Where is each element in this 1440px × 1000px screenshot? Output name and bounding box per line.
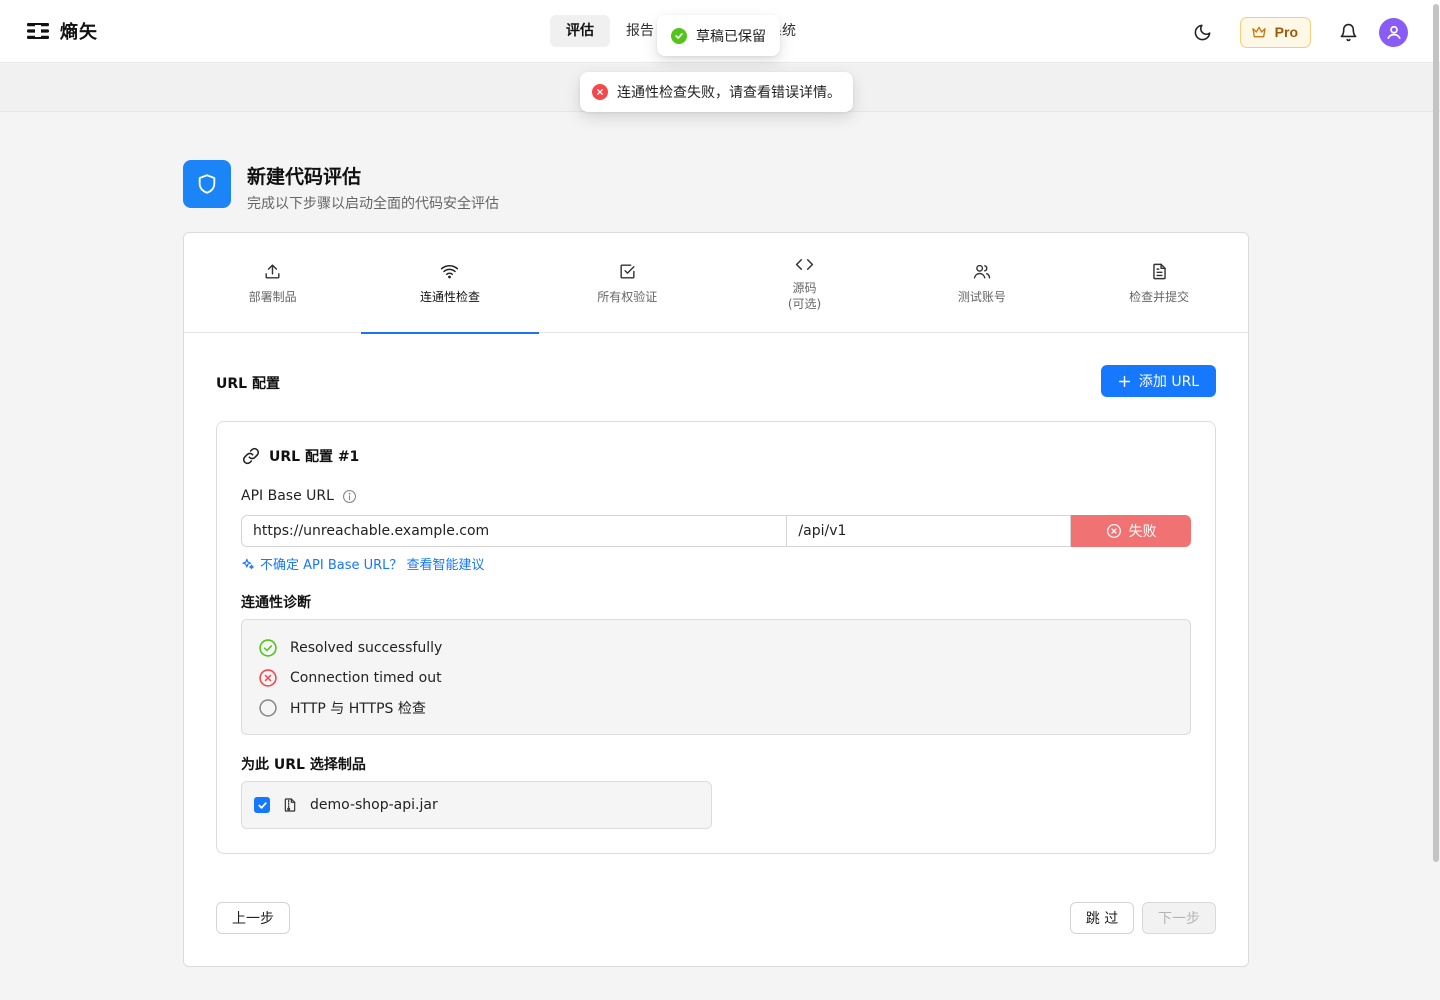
page-scrollbar[interactable] [1432,0,1440,1000]
diagnostics-panel: Resolved successfully Connection timed o… [241,619,1191,735]
step-review-submit[interactable]: 检查并提交 [1070,233,1247,333]
base-url-input[interactable]: https://unreachable.example.com [241,515,788,547]
diagnostics-title: 连通性诊断 [241,595,311,611]
diagnostic-label: Resolved successfully [290,640,443,656]
info-icon[interactable] [342,489,357,504]
wifi-icon [441,264,459,278]
step-ownership-verification[interactable]: 所有权验证 [539,233,716,333]
moon-icon [1194,24,1211,40]
close-circle-icon [1106,524,1121,538]
url-config-panel: URL 配置 #1 API Base URL https://unreachab… [216,421,1216,854]
top-right-actions: Pro [1186,15,1408,49]
crown-icon [1251,26,1266,38]
page-header: 新建代码评估 完成以下步骤以启动全面的代码安全评估 [183,160,499,213]
previous-step-button[interactable]: 上一步 [216,902,290,934]
diagnostic-label: Connection timed out [290,670,442,686]
url-config-title-text: URL 配置 #1 [269,449,360,465]
error-toast: 连通性检查失败，请查看错误详情。 [580,72,853,112]
success-toast: 草稿已保留 [657,15,780,56]
user-avatar[interactable] [1379,17,1408,47]
step-label-optional: (可选) [787,296,822,311]
connectivity-status-button[interactable]: 失败 [1071,515,1192,547]
page-title: 新建代码评估 [247,166,362,188]
users-icon [973,264,991,279]
diagnostic-item: Resolved successfully [258,638,442,658]
smart-suggestion-link[interactable]: 不确定 API Base URL？ 查看智能建议 [241,554,485,573]
smart-suggestion-text: 不确定 API Base URL？ 查看智能建议 [260,558,485,573]
sparkles-icon [242,558,254,569]
step-source-code[interactable]: 源码 (可选) [716,233,893,333]
app-logo[interactable]: 熵矢 [26,18,98,44]
logo-icon [27,23,49,39]
notifications-button[interactable] [1331,15,1365,49]
error-toast-text: 连通性检查失败，请查看错误详情。 [617,85,841,101]
file-text-icon [1152,263,1166,279]
add-url-label: 添加 URL [1138,374,1200,390]
step-connectivity-check[interactable]: 连通性检查 [361,233,539,334]
close-circle-icon [259,669,277,687]
file-archive-icon [284,798,296,812]
assessment-card: 部署制品 连通性检查 所有权验证 源码 (可选) 测试账号 检查并提交 URL … [183,232,1249,967]
upload-icon [265,263,280,279]
diagnostic-item: Connection timed out [258,668,442,688]
link-icon [242,447,260,465]
path-input[interactable]: /api/v1 [787,515,1072,547]
diagnostic-label: HTTP 与 HTTPS 检查 [290,701,426,717]
success-toast-text: 草稿已保留 [696,28,766,45]
artifact-option[interactable]: demo-shop-api.jar [241,781,712,829]
step-label: 检查并提交 [1129,289,1190,304]
artifact-select-title: 为此 URL 选择制品 [241,757,366,773]
step-label: 部署制品 [248,289,297,304]
user-icon [1386,25,1401,40]
next-step-button[interactable]: 下一步 [1142,902,1216,934]
checkmark-icon [257,801,267,809]
connectivity-status-label: 失败 [1128,524,1157,540]
code-icon [795,258,814,270]
check-square-icon [620,263,635,279]
step-label: 源码 [792,280,817,295]
diagnostic-item: HTTP 与 HTTPS 检查 [258,698,426,718]
step-deploy-artifact[interactable]: 部署制品 [184,233,361,333]
scrollbar-thumb[interactable] [1433,4,1439,862]
bell-icon [1340,23,1356,41]
api-base-url-label-text: API Base URL [241,488,334,504]
step-label: 所有权验证 [597,289,658,304]
plus-icon [1118,375,1130,387]
artifact-checkbox[interactable] [254,797,270,813]
shield-icon [183,160,231,208]
add-url-button[interactable]: 添加 URL [1101,365,1216,397]
close-circle-icon [592,84,608,100]
theme-toggle-button[interactable] [1186,15,1220,49]
page-subtitle: 完成以下步骤以启动全面的代码安全评估 [247,196,499,212]
skip-button[interactable]: 跳 过 [1070,902,1134,934]
step-test-account[interactable]: 测试账号 [893,233,1070,333]
step-label: 连通性检查 [419,289,480,304]
artifact-name: demo-shop-api.jar [310,797,438,813]
pro-badge[interactable]: Pro [1239,16,1311,48]
check-circle-icon [671,27,687,44]
url-config-title: URL 配置 #1 [241,446,359,466]
url-config-section-title: URL 配置 [216,376,280,392]
step-tabs: 部署制品 连通性检查 所有权验证 源码 (可选) 测试账号 检查并提交 [184,233,1248,334]
api-base-url-label: API Base URL [241,488,357,504]
nav-item-assessment[interactable]: 评估 [550,15,610,47]
pending-circle-icon [259,699,277,717]
check-circle-icon [259,639,277,657]
app-name: 熵矢 [60,22,98,43]
pro-label: Pro [1274,24,1298,40]
step-label: 测试账号 [957,289,1006,304]
api-base-url-row: https://unreachable.example.com /api/v1 … [241,515,1192,547]
